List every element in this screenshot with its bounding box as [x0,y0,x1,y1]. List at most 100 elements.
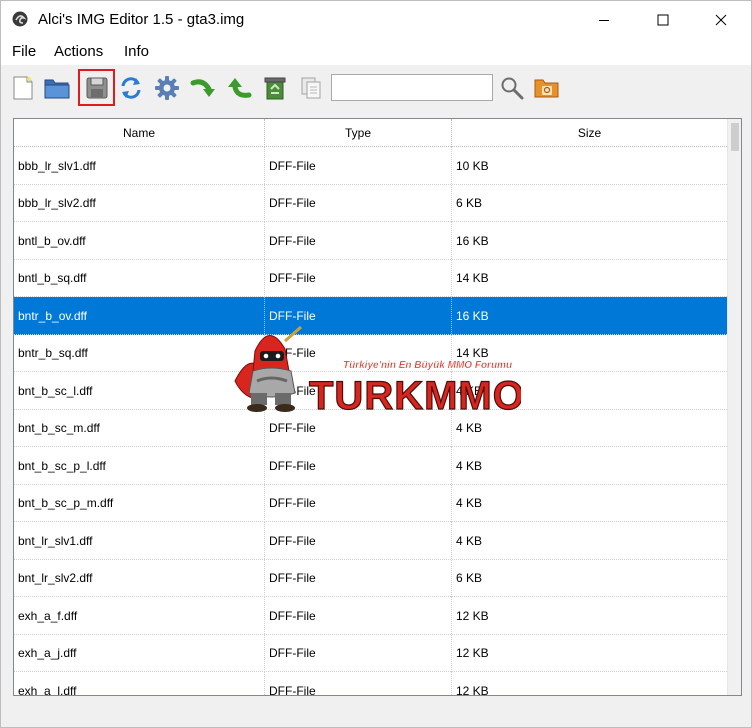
cell-type: DFF-File [265,447,452,484]
cell-name: bnt_lr_slv1.dff [14,522,265,559]
app-window: Alci's IMG Editor 1.5 - gta3.img File Ac… [0,0,752,728]
file-rows: bbb_lr_slv1.dff DFF-File 10 KB bbb_lr_sl… [14,147,727,696]
cell-size: 4 KB [456,421,483,435]
close-button[interactable] [698,1,744,39]
table-row[interactable]: bnt_b_sc_p_m.dff DFF-File 4 KB [14,484,727,522]
copy-pages-icon [301,77,321,99]
open-folder-button[interactable] [42,73,72,103]
watermark-tagline: Türkiye'nin En Büyük MMO Forumu [343,360,512,371]
title-bar: Alci's IMG Editor 1.5 - gta3.img [1,1,751,39]
table-row[interactable]: bnt_b_sc_p_l.dff DFF-File 4 KB [14,447,727,485]
cell-size: 12 KB [456,608,489,623]
settings-gear-icon [155,76,179,100]
table-row[interactable]: bnt_b_sc_m.dff DFF-File 4 KB [14,409,727,447]
scrollbar-thumb[interactable] [731,123,739,151]
turkmmo-watermark-logo: TURKMMO Türkiye'nin En Büyük MMO Forumu [234,325,521,415]
table-row[interactable]: bnt_lr_slv1.dff DFF-File 4 KB [14,522,727,560]
cell-type: DFF-File [265,484,452,522]
cell-name: exh_a_l.dff [14,672,265,695]
window-title: Alci's IMG Editor 1.5 - gta3.img [38,11,245,28]
table-row[interactable]: bnt_lr_slv2.dff DFF-File 6 KB [14,559,727,597]
cell-name: bnt_b_sc_l.dff [14,372,265,409]
move-up-button[interactable] [224,73,254,103]
save-disk-icon [86,77,107,98]
table-row[interactable]: exh_a_l.dff DFF-File 12 KB [14,672,727,696]
up-arrow-icon [228,78,252,98]
cell-size: 4 KB [456,458,483,473]
cell-size: 16 KB [456,233,489,248]
cell-size: 6 KB [456,196,483,210]
cell-name: bnt_b_sc_p_l.dff [14,447,265,484]
new-file-button[interactable] [8,73,38,103]
cell-name: bnt_lr_slv2.dff [14,559,265,597]
cell-name: bnt_b_sc_p_m.dff [14,484,265,522]
maximize-icon [657,14,669,26]
cell-type: DFF-File [265,222,452,259]
vertical-scrollbar[interactable] [727,119,741,695]
table-row[interactable]: bntl_b_sq.dff DFF-File 14 KB [14,259,727,297]
cell-type: DFF-File [265,597,452,634]
cell-name: exh_a_j.dff [14,634,265,672]
refresh-button[interactable] [116,73,146,103]
cell-name: bbb_lr_slv2.dff [14,184,265,222]
cell-size: 6 KB [456,571,483,585]
cell-type: DFF-File [265,259,452,297]
search-button[interactable] [497,73,527,103]
column-header-size[interactable]: Size [452,119,727,147]
menu-actions[interactable]: Actions [54,43,103,60]
menu-file[interactable]: File [12,43,36,60]
redo-button[interactable] [188,73,218,103]
cell-size: 12 KB [456,646,489,660]
mascot-icon [234,325,302,412]
toolbar [1,65,751,111]
save-button[interactable] [78,69,115,106]
cell-type: DFF-File [265,147,452,184]
menu-info[interactable]: Info [124,43,149,60]
cell-name: bntl_b_ov.dff [14,222,265,259]
column-header-name[interactable]: Name [14,119,265,147]
maximize-button[interactable] [640,1,686,39]
table-row[interactable]: exh_a_j.dff DFF-File 12 KB [14,634,727,672]
table-row[interactable]: bntl_b_ov.dff DFF-File 16 KB [14,222,727,260]
cell-type: DFF-File [265,672,452,695]
cell-name: bntl_b_sq.dff [14,259,265,297]
cell-name: exh_a_f.dff [14,597,265,634]
table-row[interactable]: bbb_lr_slv2.dff DFF-File 6 KB [14,184,727,222]
cell-type: DFF-File [265,522,452,559]
recycle-bin-icon [264,77,286,100]
minimize-button[interactable] [581,1,627,39]
status-bar [1,701,751,727]
cell-size: 4 KB [456,533,483,548]
refresh-icon [121,77,141,99]
redo-arrow-icon [190,79,215,97]
cell-size: 10 KB [456,158,489,173]
cell-type: DFF-File [265,559,452,597]
menu-bar: File Actions Info [1,39,751,65]
cell-name: bnt_b_sc_m.dff [14,409,265,447]
watermark-brand-text: TURKMMO [309,374,521,415]
column-header-row: Name Type Size [14,119,727,147]
cell-size: 4 KB [456,496,483,510]
settings-button[interactable] [152,73,182,103]
app-logo-icon [12,11,28,27]
cell-size: 14 KB [456,271,489,285]
cell-size: 12 KB [456,683,489,696]
table-row[interactable]: exh_a_f.dff DFF-File 12 KB [14,597,727,635]
cell-name: bntr_b_ov.dff [14,297,265,334]
recycle-bin-button[interactable] [260,73,290,103]
folder-search-button[interactable] [532,73,562,103]
new-file-icon [13,76,33,100]
search-input[interactable] [331,74,493,101]
cell-type: DFF-File [265,409,452,447]
copy-button[interactable] [296,73,326,103]
open-folder-icon [44,79,70,99]
column-header-type[interactable]: Type [265,119,452,147]
cell-name: bntr_b_sq.dff [14,334,265,372]
cell-name: bbb_lr_slv1.dff [14,147,265,184]
folder-search-icon [534,79,559,98]
search-magnifier-icon [501,77,524,100]
close-icon [715,14,727,26]
table-row[interactable]: bbb_lr_slv1.dff DFF-File 10 KB [14,147,727,185]
cell-type: DFF-File [265,634,452,672]
cell-type: DFF-File [265,184,452,222]
